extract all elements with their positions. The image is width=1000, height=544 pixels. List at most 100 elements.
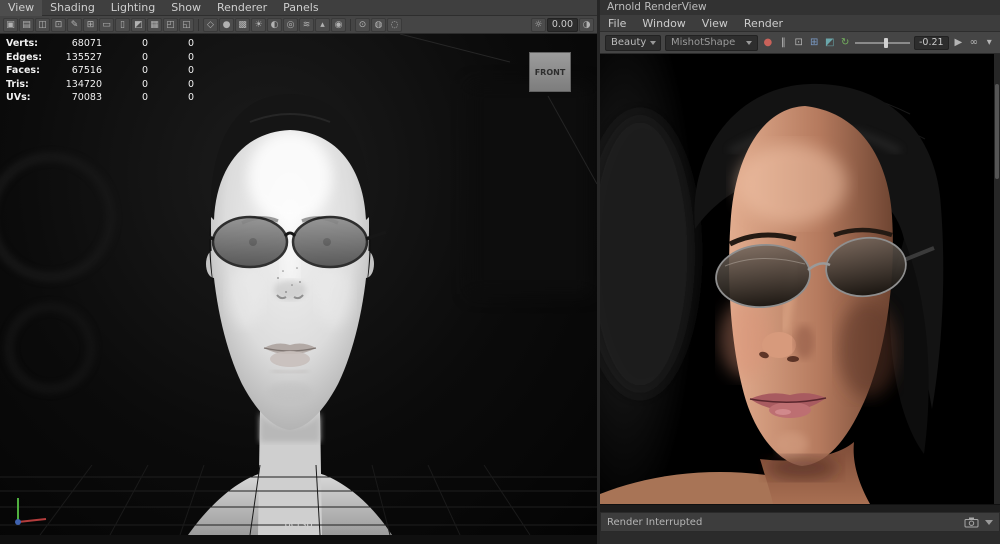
hud-stat-value: 0 [187,51,194,63]
pan-zoom-icon[interactable]: ⊡ [51,17,66,32]
toolbar-separator [198,18,199,31]
view-cube[interactable]: FRONT [529,52,571,92]
hud-row-uvs: UVs: 70083 0 0 [6,91,194,105]
safe-action-icon[interactable]: ◰ [163,17,178,32]
wireframe-icon[interactable]: ◇ [203,17,218,32]
gate-mask-icon[interactable]: ◩ [131,17,146,32]
render-image-area[interactable] [600,54,1000,504]
crop-region-icon[interactable]: ⊡ [793,35,804,50]
default-material-icon[interactable]: ◌ [387,17,402,32]
hud-stat-value: 70083 [71,92,102,103]
hud-stat-value: 0 [141,38,148,49]
grid-icon[interactable]: ⊞ [83,17,98,32]
3d-viewport[interactable]: Verts: 68071 0 0 Edges: 135527 0 0 Faces… [0,34,597,535]
viewport-toolbar: ▣ ▤ ◫ ⊡ ✎ ⊞ ▭ ▯ ◩ ▦ ◰ ◱ ◇ ● ▩ ☀ ◐ ◎ ≋ ▴ … [0,16,597,34]
hud-row-faces: Faces: 67516 0 0 [6,64,194,78]
lights-icon[interactable]: ☀ [251,17,266,32]
antialias-icon[interactable]: ▴ [315,17,330,32]
bookmarks-icon[interactable]: ▤ [19,17,34,32]
menu-renderer[interactable]: Renderer [209,0,275,16]
play-icon[interactable]: ▶ [953,35,964,50]
exposure-value-field[interactable]: -0.21 [913,35,949,50]
window-title: Arnold RenderView [600,0,1000,15]
heads-up-display: Verts: 68071 0 0 Edges: 135527 0 0 Faces… [6,37,194,105]
hud-row-tris: Tris: 134720 0 0 [6,78,194,92]
scrollbar-thumb[interactable] [995,84,999,179]
hud-row-verts: Verts: 68071 0 0 [6,37,194,51]
chevron-down-icon[interactable] [985,519,993,525]
motion-blur-icon[interactable]: ≋ [299,17,314,32]
isolate-select-icon[interactable]: ⊙ [355,17,370,32]
chevron-down-icon [746,40,753,45]
debug-shading-icon[interactable]: ◩ [824,35,835,50]
vertical-scrollbar[interactable] [994,54,1000,504]
hud-stat-value: 134720 [65,78,102,90]
field-chart-icon[interactable]: ▦ [147,17,162,32]
gamma-icon[interactable]: ◑ [579,17,594,32]
aov-grid-icon[interactable]: ⊞ [808,35,819,50]
hud-stat-label: Verts: [6,38,38,49]
exposure-slider[interactable] [854,36,910,50]
arnold-statusbar: Render Interrupted [600,512,1000,532]
menu-chevron-icon[interactable]: ▾ [984,35,995,50]
slider-thumb[interactable] [883,37,888,48]
viewport-bottom-strip [0,535,597,544]
aov-selector[interactable]: Beauty [605,34,661,51]
hud-stat-label: UVs: [6,92,31,103]
shadows-icon[interactable]: ◐ [267,17,282,32]
image-plane-icon[interactable]: ◫ [35,17,50,32]
render-area-bottom-strip [600,504,1000,512]
grease-pencil-icon[interactable]: ✎ [67,17,82,32]
hud-stat-value: 135527 [65,51,102,63]
textured-icon[interactable]: ▩ [235,17,250,32]
render-icon[interactable]: ● [762,35,773,50]
window-bottom-strip [600,532,1000,544]
refresh-render-icon[interactable]: ↻ [839,35,850,50]
loop-icon[interactable]: ∞ [968,35,979,50]
chevron-down-icon [650,40,657,45]
arnold-menubar: File Window View Render [600,15,1000,32]
viewport-menubar: View Shading Lighting Show Renderer Pane… [0,0,597,16]
menu-window[interactable]: Window [634,15,693,32]
exposure-field[interactable]: 0.00 [546,17,578,32]
menu-render[interactable]: Render [736,15,791,32]
dof-icon[interactable]: ◉ [331,17,346,32]
menu-file[interactable]: File [600,15,634,32]
arnold-renderview-window: Arnold RenderView File Window View Rende… [600,0,1000,544]
hud-row-edges: Edges: 135527 0 0 [6,51,194,65]
menu-view[interactable]: View [0,0,43,16]
maya-viewport-panel: View Shading Lighting Show Renderer Pane… [0,0,597,544]
hud-stat-value: 68071 [71,38,102,49]
pause-icon[interactable]: ‖ [778,35,789,50]
hud-stat-value: 0 [141,78,148,90]
camera-attributes-icon[interactable]: ▣ [3,17,18,32]
camera-selector[interactable]: MishotShape [665,34,759,51]
menu-panels[interactable]: Panels [275,0,326,16]
camera-name-label: persp [284,519,313,530]
arnold-toolbar: Beauty MishotShape ● ‖ ⊡ ⊞ ◩ ↻ -0.21 ▶ ∞… [600,32,1000,54]
menu-lighting[interactable]: Lighting [103,0,163,16]
xray-icon[interactable]: ◍ [371,17,386,32]
exposure-icon[interactable]: ☼ [530,17,546,32]
rendered-head-image [600,54,994,504]
hud-stat-value: 0 [141,92,148,103]
camera-selector-value: MishotShape [671,37,736,48]
snapshot-camera-icon[interactable] [964,516,979,528]
toolbar-separator [350,18,351,31]
film-gate-icon[interactable]: ▭ [99,17,114,32]
shaded-icon[interactable]: ● [219,17,234,32]
maya-application-window: View Shading Lighting Show Renderer Pane… [0,0,1000,544]
menu-view[interactable]: View [694,15,736,32]
ao-icon[interactable]: ◎ [283,17,298,32]
hud-stat-value: 67516 [71,65,102,76]
safe-title-icon[interactable]: ◱ [179,17,194,32]
resolution-gate-icon[interactable]: ▯ [115,17,130,32]
hud-stat-value: 0 [187,65,194,76]
slider-track [854,41,910,44]
hud-stat-value: 0 [187,78,194,90]
hud-stat-value: 0 [141,51,148,63]
render-status-text: Render Interrupted [607,516,703,528]
aov-selector-value: Beauty [611,37,647,48]
menu-shading[interactable]: Shading [42,0,103,16]
menu-show[interactable]: Show [163,0,209,16]
